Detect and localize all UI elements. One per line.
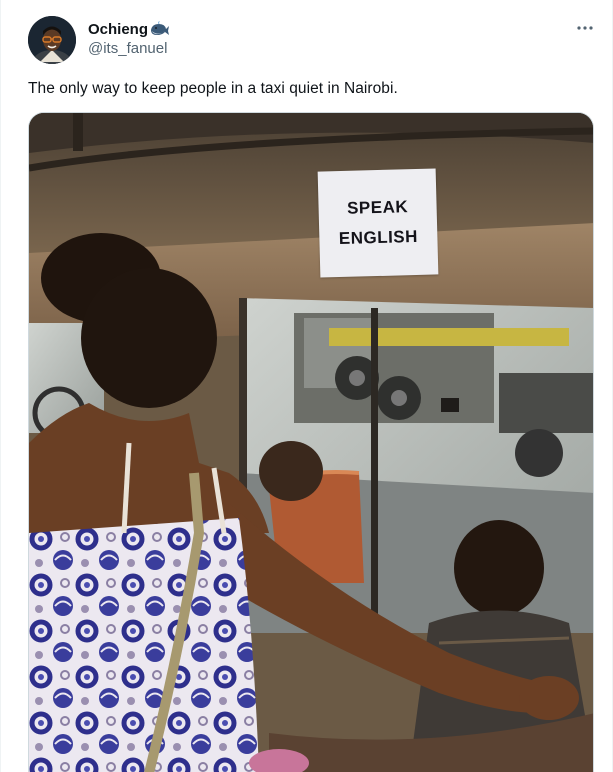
sign-line-2: ENGLISH: [338, 226, 419, 249]
avatar-image: [28, 16, 76, 64]
author-handle[interactable]: @its_fanuel: [88, 40, 167, 57]
avatar[interactable]: [28, 16, 76, 64]
tweet-photo[interactable]: SPEAK ENGLISH: [28, 112, 594, 772]
tweet-card[interactable]: Ochieng @its_fanuel The only way to keep…: [0, 0, 613, 772]
whale-emoji-icon: [150, 21, 170, 37]
sign-line-1: SPEAK: [346, 197, 409, 218]
more-horizontal-icon: [577, 26, 593, 30]
author-name-row[interactable]: Ochieng: [88, 19, 170, 39]
tweet-text: The only way to keep people in a taxi qu…: [28, 80, 398, 97]
more-options-button[interactable]: [571, 17, 599, 39]
taxi-interior-illustration: [29, 113, 593, 772]
author-display-name[interactable]: Ochieng: [88, 21, 148, 38]
speak-english-sign: SPEAK ENGLISH: [317, 168, 439, 278]
